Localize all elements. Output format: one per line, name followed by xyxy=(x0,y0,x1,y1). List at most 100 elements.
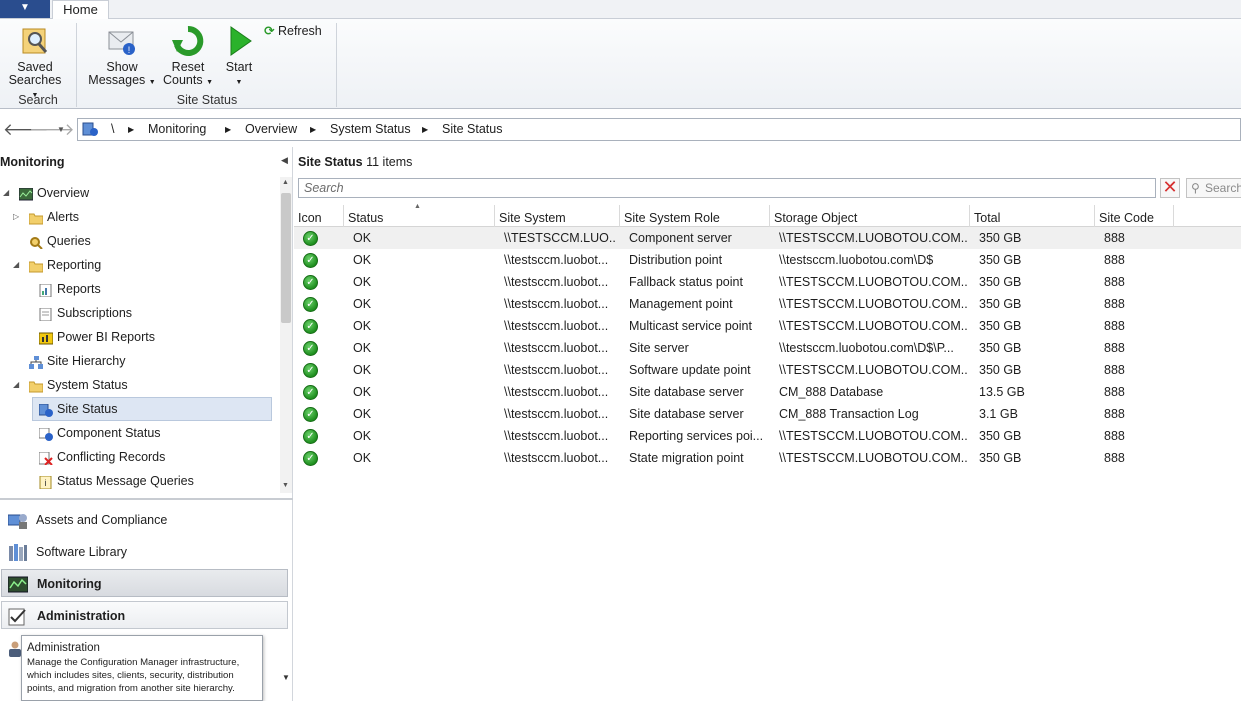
subscription-icon xyxy=(39,306,53,322)
expand-arrow-icon[interactable]: ◢ xyxy=(3,182,13,204)
workspace-monitoring[interactable]: Monitoring xyxy=(1,569,288,597)
table-row[interactable]: ✓ OK \\testsccm.luobot... Distribution poin… xyxy=(294,249,1241,271)
administration-icon xyxy=(8,607,28,626)
search-button[interactable]: ⚲ Search xyxy=(1186,178,1241,198)
cell-status: OK xyxy=(353,385,372,399)
tree-item-reports[interactable]: Reports xyxy=(0,278,270,300)
cell-site-system: \\testsccm.luobot... xyxy=(504,341,609,355)
forward-arrow-icon[interactable]: 🡒 xyxy=(29,120,75,140)
table-row[interactable]: ✓ OK \\testsccm.luobot... Fallback status p… xyxy=(294,271,1241,293)
expand-arrow-icon[interactable]: ▷ xyxy=(13,206,23,228)
cell-code: 888 xyxy=(1104,363,1125,377)
breadcrumb-separator-icon[interactable]: ▶ xyxy=(225,119,231,140)
tree-item-queries[interactable]: Queries xyxy=(0,230,270,252)
reset-counts-icon xyxy=(171,25,205,57)
cell-role: Distribution point xyxy=(629,253,723,267)
refresh-label: Refresh xyxy=(277,24,322,38)
table-row[interactable]: ✓ OK \\testsccm.luobot... Reporting service… xyxy=(294,425,1241,447)
tree-item-conflicting-records[interactable]: Conflicting Records xyxy=(0,446,270,468)
pane-splitter[interactable] xyxy=(0,498,293,500)
collapse-pane-icon[interactable]: ◀ xyxy=(281,155,288,166)
cell-site-system: \\testsccm.luobot... xyxy=(504,297,609,311)
ok-status-icon: ✓ xyxy=(303,297,318,312)
scroll-down-icon[interactable]: ▼ xyxy=(282,482,289,489)
breadcrumb-overview[interactable]: Overview xyxy=(245,119,297,140)
cell-storage: CM_888 Database xyxy=(779,385,884,399)
refresh-button[interactable]: ⟳ Refresh xyxy=(264,25,328,38)
tree-item-reporting[interactable]: ◢ Reporting xyxy=(0,254,270,276)
ok-status-icon: ✓ xyxy=(303,429,318,444)
tree-item-status-message-queries[interactable]: i Status Message Queries xyxy=(0,470,270,492)
table-row[interactable]: ✓ OK \\testsccm.luobot... Management point \… xyxy=(294,293,1241,315)
table-row[interactable]: ✓ OK \\testsccm.luobot... Software update p… xyxy=(294,359,1241,381)
cell-code: 888 xyxy=(1104,429,1125,443)
history-dropdown-icon[interactable]: ▼ xyxy=(57,125,65,134)
tree-item-power-bi-reports[interactable]: Power BI Reports xyxy=(0,326,270,348)
folder-icon xyxy=(28,378,44,393)
cell-status: OK xyxy=(353,297,372,311)
expand-arrow-icon[interactable]: ◢ xyxy=(13,374,23,396)
tree-item-system-status[interactable]: ◢ System Status xyxy=(0,374,270,396)
tree-item-overview[interactable]: ◢ Overview xyxy=(0,182,270,204)
table-row[interactable]: ✓ OK \\testsccm.luobot... Site database ser… xyxy=(294,403,1241,425)
table-row[interactable]: ✓ OK \\testsccm.luobot... Multicast service… xyxy=(294,315,1241,337)
tab-home[interactable]: Home xyxy=(52,0,109,20)
cell-code: 888 xyxy=(1104,451,1125,465)
scroll-up-icon[interactable]: ▲ xyxy=(282,179,289,186)
table-row[interactable]: ✓ OK \\testsccm.luobot... Site server \\test… xyxy=(294,337,1241,359)
cell-status: OK xyxy=(353,253,372,267)
reset-counts-button[interactable]: Reset Counts ▼ xyxy=(160,25,216,89)
show-messages-button[interactable]: ! Show Messages ▼ xyxy=(88,25,156,89)
clear-search-icon[interactable]: ✕ xyxy=(1160,178,1180,198)
workspace-assets-and-compliance[interactable]: Assets and Compliance xyxy=(0,505,293,535)
start-label: Start xyxy=(225,60,253,74)
tree-item-subscriptions[interactable]: Subscriptions xyxy=(0,302,270,324)
cell-site-system: \\TESTSCCM.LUO... xyxy=(504,231,617,245)
breadcrumb-root[interactable]: \ xyxy=(111,119,114,140)
breadcrumb-separator-icon[interactable]: ▶ xyxy=(422,119,428,140)
cell-site-system: \\testsccm.luobot... xyxy=(504,429,609,443)
cell-code: 888 xyxy=(1104,407,1125,421)
expand-arrow-icon[interactable]: ◢ xyxy=(13,254,23,276)
search-input[interactable]: Search xyxy=(298,178,1156,198)
column-header-site-code[interactable]: Site Code xyxy=(1095,205,1174,227)
saved-searches-label-2: Searches xyxy=(8,73,62,87)
column-header-icon[interactable]: Icon xyxy=(294,205,344,227)
breadcrumb-site-status[interactable]: Site Status xyxy=(442,119,502,140)
tree-scrollbar[interactable]: ▲ ▼ xyxy=(280,177,292,493)
cell-storage: \\TESTSCCM.LUOBOTOU.COM... xyxy=(779,231,967,245)
breadcrumb-separator-icon[interactable]: ▶ xyxy=(310,119,316,140)
workspace-administration[interactable]: Administration xyxy=(1,601,288,629)
table-row[interactable]: ✓ OK \\testsccm.luobot... Site database ser… xyxy=(294,381,1241,403)
column-header-total[interactable]: Total xyxy=(970,205,1095,227)
cell-status: OK xyxy=(353,341,372,355)
workspace-software-library[interactable]: Software Library xyxy=(0,537,293,567)
saved-searches-button[interactable]: Saved Searches ▼ xyxy=(4,25,66,102)
tooltip-title: Administration xyxy=(27,642,100,654)
site-status-icon xyxy=(38,402,53,417)
workspace-overflow-icon[interactable]: ▼ xyxy=(282,673,290,682)
breadcrumb-system-status[interactable]: System Status xyxy=(330,119,411,140)
tree-item-site-status[interactable]: Site Status xyxy=(0,398,270,420)
column-header-storage-object[interactable]: Storage Object xyxy=(770,205,970,227)
breadcrumb-monitoring[interactable]: Monitoring xyxy=(148,119,206,140)
tree-item-alerts[interactable]: ▷ Alerts xyxy=(0,206,270,228)
tree-scrollbar-thumb[interactable] xyxy=(281,193,291,323)
start-icon xyxy=(222,25,256,57)
reset-counts-label-2: Counts xyxy=(162,73,203,87)
cell-storage: \\TESTSCCM.LUOBOTOU.COM... xyxy=(779,451,967,465)
folder-icon xyxy=(28,210,44,225)
refresh-icon: ⟳ xyxy=(264,24,275,38)
app-menu-button[interactable]: ▼ xyxy=(0,0,50,18)
tree-item-site-hierarchy[interactable]: Site Hierarchy xyxy=(0,350,270,372)
column-header-site-system[interactable]: Site System xyxy=(495,205,620,227)
table-row[interactable]: ✓ OK \\TESTSCCM.LUO... Component server \\TE… xyxy=(294,227,1241,249)
start-button[interactable]: Start ▼ xyxy=(220,25,258,89)
group-separator xyxy=(76,23,77,107)
column-header-site-system-role[interactable]: Site System Role xyxy=(620,205,770,227)
results-title: Site Status 11 items xyxy=(298,155,412,169)
tree-item-component-status[interactable]: Component Status xyxy=(0,422,270,444)
table-row[interactable]: ✓ OK \\testsccm.luobot... State migration p… xyxy=(294,447,1241,469)
breadcrumb-separator-icon[interactable]: ▶ xyxy=(128,119,134,140)
cell-status: OK xyxy=(353,363,372,377)
